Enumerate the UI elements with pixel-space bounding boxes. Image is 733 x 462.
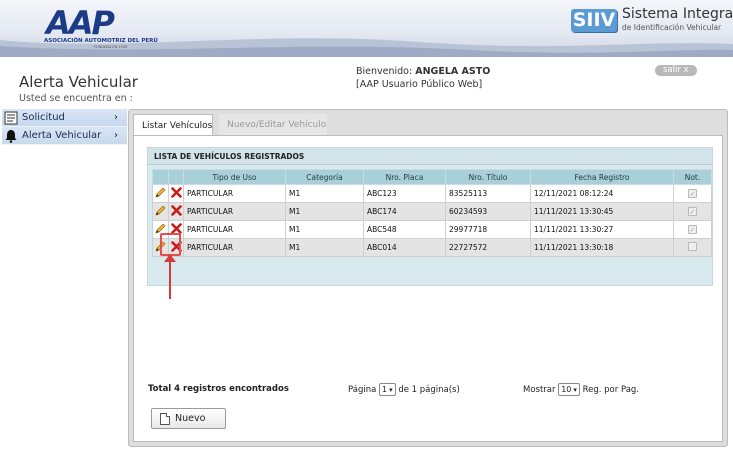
list-title: LISTA DE VEHÍCULOS REGISTRADOS	[148, 148, 712, 165]
header-titulo: Nro. Título	[445, 169, 531, 185]
cell-categoria: M1	[285, 202, 364, 221]
notification-checkbox[interactable]	[688, 242, 697, 251]
cell-placa: ABC548	[363, 220, 446, 239]
cell-tipo-uso: PARTICULAR	[183, 202, 286, 221]
cell-titulo: 60234593	[445, 202, 531, 221]
annotation-highlight-box	[160, 233, 181, 256]
table-header-row: Tipo de Uso Categoría Nro. Placa Nro. Tí…	[152, 169, 712, 185]
logo-subtitle: ASOCIACIÓN AUTOMOTRIZ DEL PERÚ	[44, 38, 158, 44]
cell-notificacion: ✓	[673, 202, 712, 221]
cell-notificacion: ✓	[673, 220, 712, 239]
table-row: PARTICULAR M1 ABC548 29977718 11/11/2021 13:…	[152, 220, 712, 239]
chevron-down-icon: ▾	[573, 386, 577, 394]
cell-fecha: 12/11/2021 08:12:24	[530, 184, 674, 203]
bell-icon	[4, 129, 18, 143]
notification-checkbox[interactable]: ✓	[688, 189, 697, 198]
user-role: [AAP Usuario Público Web]	[356, 79, 483, 90]
notification-checkbox[interactable]: ✓	[688, 207, 697, 216]
show-suffix: Reg. por Pag.	[582, 385, 640, 395]
cell-categoria: M1	[285, 220, 364, 239]
header-banner: AAP ASOCIACIÓN AUTOMOTRIZ DEL PERÚ FUNDA…	[0, 0, 733, 57]
header-fecha: Fecha Registro	[530, 169, 674, 185]
header-categoria: Categoría	[285, 169, 364, 185]
sidebar-item-label: Alerta Vehicular	[22, 130, 102, 141]
welcome-text: Bienvenido: ANGELA ASTO	[356, 66, 490, 77]
cell-fecha: 11/11/2021 13:30:45	[530, 202, 674, 221]
show-prefix: Mostrar	[523, 385, 556, 395]
new-button[interactable]: Nuevo	[151, 408, 226, 429]
new-document-icon	[160, 413, 170, 425]
chevron-right-icon: ›	[114, 112, 118, 123]
document-icon	[4, 111, 18, 125]
sidebar-item-alerta-vehicular[interactable]: Alerta Vehicular ›	[2, 127, 127, 145]
cell-fecha: 11/11/2021 13:30:27	[530, 220, 674, 239]
delete-x-icon[interactable]	[170, 205, 182, 218]
system-title: Sistema Integral	[622, 6, 733, 22]
cell-placa: ABC174	[363, 202, 446, 221]
vehicle-table: Tipo de Uso Categoría Nro. Placa Nro. Tí…	[152, 169, 712, 257]
cell-tipo-uso: PARTICULAR	[183, 184, 286, 203]
total-records: Total 4 registros encontrados	[148, 384, 289, 394]
notification-checkbox[interactable]: ✓	[688, 225, 697, 234]
table-row: PARTICULAR M1 ABC014 22727572 11/11/2021 13:…	[152, 238, 712, 257]
header-tipo-uso: Tipo de Uso	[183, 169, 286, 185]
table-row: PARTICULAR M1 ABC123 83525113 12/11/2021 08:…	[152, 184, 712, 203]
main-panel: Listar Vehículos Nuevo/Editar Vehículo L…	[128, 109, 728, 447]
sidebar-item-solicitud[interactable]: Solicitud ›	[2, 109, 127, 127]
edit-cell	[152, 202, 169, 221]
tab-nuevo-editar-vehiculo[interactable]: Nuevo/Editar Vehículo	[219, 114, 327, 136]
page-size-select[interactable]: 10 ▾	[558, 383, 580, 396]
edit-pencil-icon[interactable]	[155, 187, 166, 200]
header-notificacion: Not.	[673, 169, 712, 185]
page-select-value: 1	[382, 385, 388, 394]
user-name: ANGELA ASTO	[415, 66, 491, 77]
header-delete	[168, 169, 184, 185]
aap-logo: AAP ASOCIACIÓN AUTOMOTRIZ DEL PERÚ FUNDA…	[44, 4, 158, 50]
page-size: Mostrar 10 ▾ Reg. por Pag.	[523, 383, 639, 396]
page-select[interactable]: 1 ▾	[379, 383, 396, 396]
cell-tipo-uso: PARTICULAR	[183, 220, 286, 239]
cell-titulo: 22727572	[445, 238, 531, 257]
breadcrumb: Usted se encuentra en :	[19, 93, 133, 104]
annotation-arrow	[169, 257, 171, 299]
new-button-label: Nuevo	[175, 413, 206, 424]
pagination: Página 1 ▾ de 1 página(s)	[348, 383, 460, 396]
header-placa: Nro. Placa	[363, 169, 446, 185]
system-subtitle: de Identificación Vehicular	[622, 23, 722, 32]
page-prefix: Página	[348, 385, 377, 395]
delete-x-icon[interactable]	[170, 187, 182, 200]
header-edit	[152, 169, 169, 185]
cell-notificacion: ✓	[673, 184, 712, 203]
logo-text: AAP	[46, 4, 115, 42]
logo-founded: FUNDADA EN 1926	[94, 45, 128, 49]
cell-placa: ABC123	[363, 184, 446, 203]
sidebar: Solicitud › Alerta Vehicular ›	[2, 109, 127, 145]
cell-categoria: M1	[285, 184, 364, 203]
cell-categoria: M1	[285, 238, 364, 257]
cell-titulo: 29977718	[445, 220, 531, 239]
table-row: PARTICULAR M1 ABC174 60234593 11/11/2021 13:…	[152, 202, 712, 221]
cell-fecha: 11/11/2021 13:30:18	[530, 238, 674, 257]
delete-cell	[168, 202, 184, 221]
page-title: Alerta Vehicular	[19, 73, 138, 91]
welcome-prefix: Bienvenido:	[356, 66, 413, 77]
cell-tipo-uso: PARTICULAR	[183, 238, 286, 257]
siiv-badge: SIIV	[571, 9, 617, 32]
page-size-value: 10	[561, 385, 572, 394]
cell-notificacion	[673, 238, 712, 257]
page-suffix: de 1 página(s)	[398, 385, 460, 395]
sidebar-item-label: Solicitud	[22, 112, 65, 123]
edit-pencil-icon[interactable]	[155, 205, 166, 218]
cell-placa: ABC014	[363, 238, 446, 257]
logout-button[interactable]: salir x	[655, 65, 697, 76]
chevron-right-icon: ›	[114, 130, 118, 141]
chevron-down-icon: ▾	[389, 386, 393, 394]
tab-listar-vehiculos[interactable]: Listar Vehículos	[133, 114, 213, 136]
cell-titulo: 83525113	[445, 184, 531, 203]
edit-cell	[152, 184, 169, 203]
vehicle-list-box: LISTA DE VEHÍCULOS REGISTRADOS Tipo de U…	[147, 147, 713, 286]
delete-cell	[168, 184, 184, 203]
